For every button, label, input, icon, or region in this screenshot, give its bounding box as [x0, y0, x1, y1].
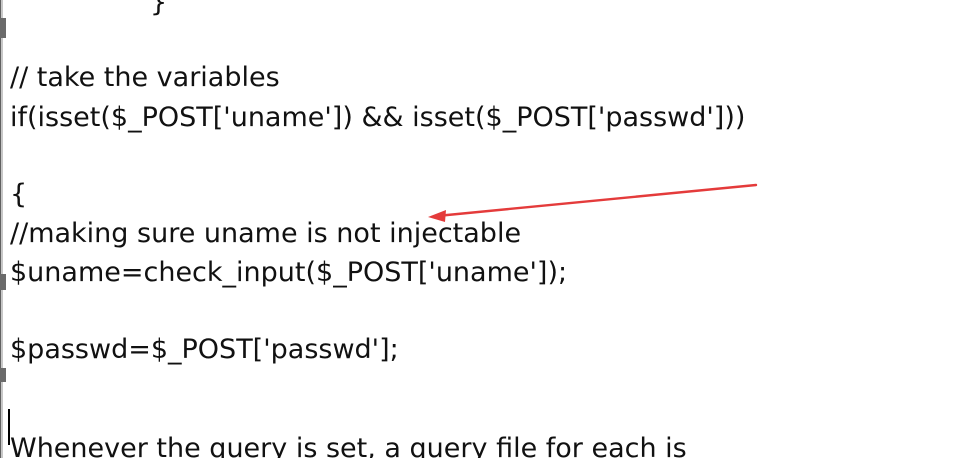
code-passwd-assignment[interactable]: $passwd=$_POST['passwd'];	[10, 333, 399, 367]
code-line-closing-brace[interactable]: }	[150, 0, 167, 20]
left-margin-marker	[0, 274, 6, 290]
code-if-isset-line[interactable]: if(isset($_POST['uname']) && isset($_POS…	[10, 101, 745, 135]
code-comment-take-variables[interactable]: // take the variables	[10, 61, 280, 95]
code-opening-brace[interactable]: {	[10, 178, 27, 212]
code-comment-uname-injectable[interactable]: //making sure uname is not injectable	[10, 217, 521, 251]
left-border	[0, 0, 1, 458]
annotation-arrow-line	[435, 183, 758, 218]
left-margin-marker	[0, 18, 6, 38]
text-caret	[8, 409, 10, 445]
code-uname-assignment[interactable]: $uname=check_input($_POST['uname']);	[10, 256, 567, 290]
code-editor-view: } // take the variables if(isset($_POST[…	[0, 0, 960, 458]
code-partial-line[interactable]: Whenever the query is set, a query file …	[10, 432, 687, 458]
left-margin-marker	[0, 368, 6, 382]
